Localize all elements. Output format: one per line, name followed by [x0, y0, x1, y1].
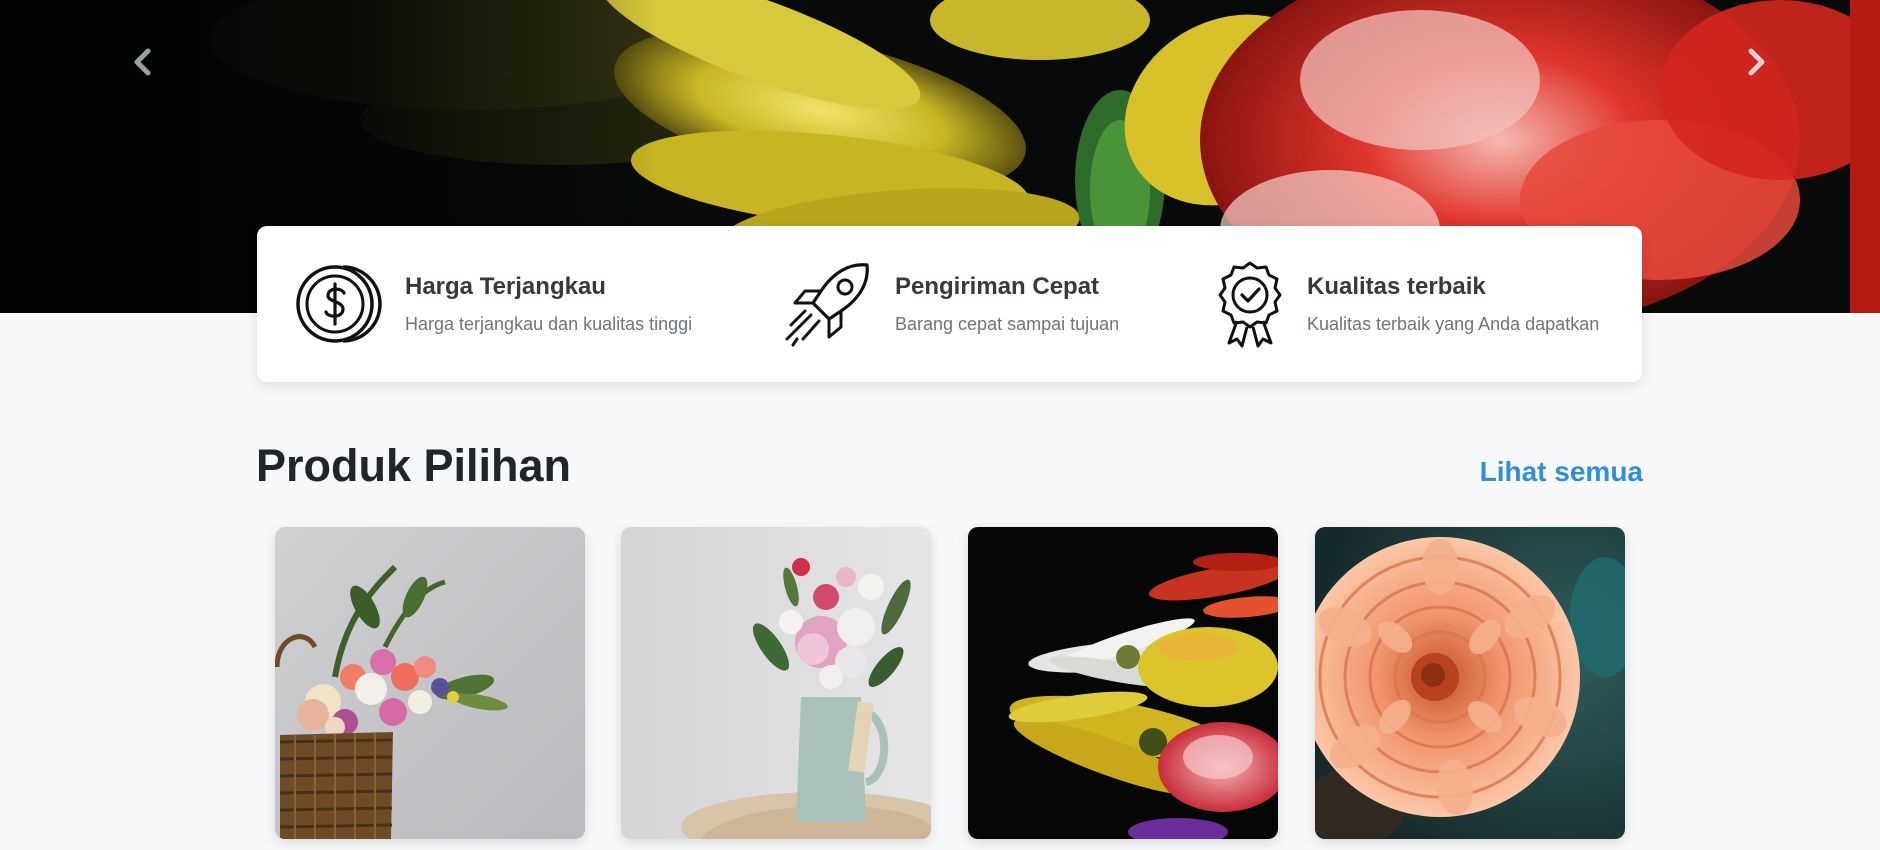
- features-card: Harga Terjangkau Harga terjangkau dan ku…: [257, 226, 1642, 382]
- feature-description: Barang cepat sampai tujuan: [895, 313, 1120, 334]
- award-badge-icon: [1215, 259, 1285, 349]
- product-grid: [0, 527, 1880, 850]
- feature-description: Harga terjangkau dan kualitas tinggi: [405, 313, 693, 334]
- carousel-prev-button[interactable]: [123, 42, 163, 82]
- rocket-icon: [783, 259, 873, 349]
- flower-vase-photo: [621, 527, 931, 839]
- product-card[interactable]: [968, 527, 1278, 839]
- feature-best-quality: Kualitas terbaik Kualitas terbaik yang A…: [1215, 226, 1599, 382]
- chevron-left-icon: [134, 48, 151, 76]
- chevron-right-icon: [1748, 48, 1765, 76]
- bouquet-dark-photo: [968, 527, 1278, 839]
- product-card[interactable]: [1315, 527, 1625, 839]
- feature-fast-delivery: Pengiriman Cepat Barang cepat sampai tuj…: [783, 226, 1119, 382]
- product-card[interactable]: [275, 527, 585, 839]
- section-title: Produk Pilihan: [256, 440, 572, 491]
- peach-dahlia-photo: [1315, 527, 1625, 839]
- feature-title: Harga Terjangkau: [405, 272, 606, 300]
- feature-title: Kualitas terbaik: [1307, 272, 1486, 300]
- feature-title: Pengiriman Cepat: [895, 272, 1100, 300]
- feature-affordable-price: Harga Terjangkau Harga terjangkau dan ku…: [293, 226, 692, 382]
- see-all-link[interactable]: Lihat semua: [1480, 456, 1643, 488]
- coin-dollar-icon: [293, 263, 383, 345]
- carousel-next-button[interactable]: [1736, 42, 1776, 82]
- flower-basket-photo: [275, 527, 585, 839]
- product-card[interactable]: [621, 527, 931, 839]
- feature-description: Kualitas terbaik yang Anda dapatkan: [1307, 313, 1600, 334]
